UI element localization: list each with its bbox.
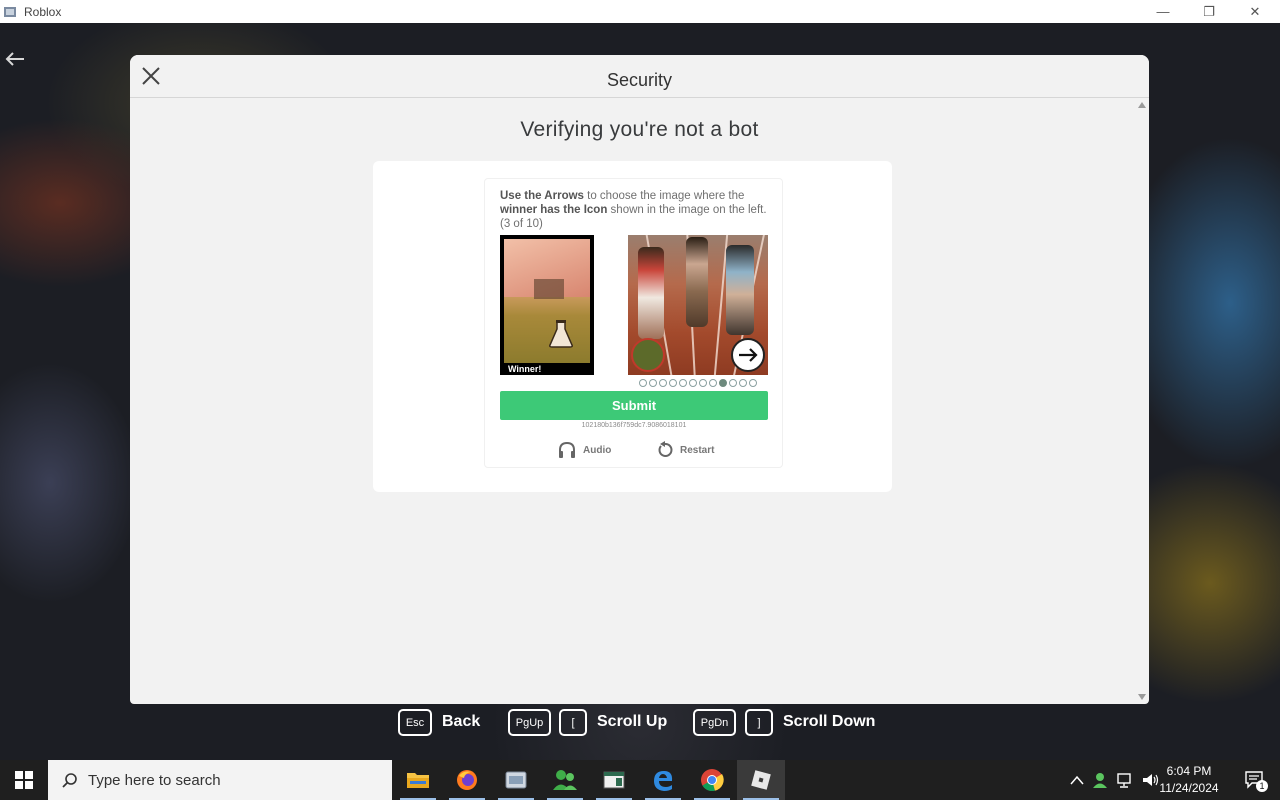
- winner-icon-overlay: [631, 338, 665, 372]
- restart-icon: [658, 441, 673, 457]
- verify-heading: Verifying you're not a bot: [520, 118, 759, 141]
- reference-image: Winner!: [500, 235, 594, 375]
- submit-button[interactable]: Submit: [500, 391, 768, 420]
- captcha-instructions: Use the Arrows to choose the image where…: [500, 189, 772, 231]
- esc-key: Esc: [398, 709, 432, 736]
- scroll-up-hint[interactable]: Scroll Up: [597, 713, 667, 731]
- roblox-icon: [751, 770, 771, 790]
- page-dot: [709, 379, 717, 387]
- reference-scene: [504, 239, 590, 367]
- instr-bold-arrows: Use the Arrows: [500, 190, 584, 202]
- notification-center-button[interactable]: 1: [1244, 770, 1268, 792]
- network-icon[interactable]: [1116, 772, 1134, 788]
- system-tray: [1070, 760, 1160, 800]
- scroll-up-arrow[interactable]: [1138, 102, 1146, 108]
- edge-button[interactable]: [639, 760, 687, 800]
- restart-button[interactable]: Restart: [656, 441, 714, 459]
- page-dot: [639, 379, 647, 387]
- challenge-image: [628, 235, 768, 375]
- firefox-button[interactable]: [443, 760, 491, 800]
- next-arrow-button[interactable]: [731, 338, 765, 372]
- pgdn-key: PgDn: [693, 709, 736, 736]
- clock-date: 11/24/2024: [1159, 781, 1219, 795]
- app-5-button[interactable]: [590, 760, 638, 800]
- bracket-open-key: [: [559, 709, 587, 736]
- page-dot: [659, 379, 667, 387]
- security-modal: Security Verifying you're not a bot Use …: [130, 55, 1149, 704]
- start-button[interactable]: [0, 760, 48, 800]
- taskbar: Type here to search 6:04 PM 11/24/2024 1: [0, 760, 1280, 800]
- people-icon: [553, 770, 577, 790]
- bracket-close-key: ]: [745, 709, 773, 736]
- user-status-icon[interactable]: [1092, 772, 1108, 788]
- roblox-app-icon: [4, 6, 16, 17]
- scroll-down-arrow[interactable]: [1138, 694, 1146, 700]
- back-hint[interactable]: Back: [442, 713, 480, 731]
- page-dot: [649, 379, 657, 387]
- chrome-icon: [701, 769, 724, 792]
- runner-middle: [686, 237, 708, 327]
- app-window-icon: [505, 771, 527, 789]
- captcha-challenge: Use the Arrows to choose the image where…: [484, 178, 783, 468]
- page-dot: [689, 379, 697, 387]
- page-dot: [679, 379, 687, 387]
- edge-icon: [654, 771, 673, 791]
- page-dot: [739, 379, 747, 387]
- runner-right: [726, 245, 754, 335]
- window-app-icon: [603, 771, 625, 789]
- back-arrow-icon[interactable]: [4, 51, 26, 67]
- folder-icon: [407, 773, 429, 788]
- audio-button[interactable]: Audio: [557, 441, 611, 459]
- restart-label: Restart: [680, 444, 715, 456]
- audio-label: Audio: [583, 444, 612, 456]
- runner-left: [638, 247, 664, 339]
- close-window-button[interactable]: ✕: [1232, 0, 1278, 23]
- chrome-button[interactable]: [688, 760, 736, 800]
- page-dot: [669, 379, 677, 387]
- window-title: Roblox: [24, 4, 62, 19]
- page-dot: [749, 379, 757, 387]
- modal-title: Security: [606, 70, 673, 90]
- minimize-button[interactable]: —: [1140, 0, 1186, 23]
- search-placeholder: Type here to search: [88, 771, 221, 789]
- taskbar-search[interactable]: Type here to search: [48, 760, 392, 800]
- session-id: 102180b136f759dc7.9086018101: [581, 422, 687, 429]
- scroll-down-hint[interactable]: Scroll Down: [783, 713, 875, 731]
- taskbar-clock[interactable]: 6:04 PM 11/24/2024: [1154, 763, 1224, 797]
- page-dot: [699, 379, 707, 387]
- notification-count: 1: [1256, 780, 1268, 792]
- search-icon: [62, 773, 77, 788]
- headphones-icon: [559, 441, 575, 458]
- winner-label: Winner!: [504, 363, 594, 375]
- clock-time: 6:04 PM: [1166, 764, 1212, 778]
- reference-step: [534, 279, 564, 299]
- arrow-right-icon: [739, 348, 758, 362]
- window-title-bar: Roblox — ❐ ✕: [0, 0, 1280, 23]
- page-dot: [719, 379, 727, 387]
- maximize-button[interactable]: ❐: [1186, 0, 1232, 23]
- firefox-icon: [457, 770, 477, 790]
- chevron-up-icon[interactable]: [1070, 775, 1084, 785]
- modal-header: Security: [130, 55, 1149, 98]
- windows-icon: [15, 771, 33, 789]
- pgup-key: PgUp: [508, 709, 551, 736]
- page-indicator: [639, 379, 757, 387]
- page-dot: [729, 379, 737, 387]
- controller-hint-bar: Esc Back PgUp [ Scroll Up PgDn ] Scroll …: [0, 704, 1280, 740]
- app-3-button[interactable]: [492, 760, 540, 800]
- roblox-button[interactable]: [737, 760, 785, 800]
- instr-bold-winner: winner has the Icon: [500, 204, 608, 216]
- file-explorer-button[interactable]: [394, 760, 442, 800]
- instr-text-1: to choose the image where the: [583, 190, 745, 202]
- captcha-card: Use the Arrows to choose the image where…: [373, 161, 892, 492]
- people-button[interactable]: [541, 760, 589, 800]
- flask-icon: [549, 320, 573, 348]
